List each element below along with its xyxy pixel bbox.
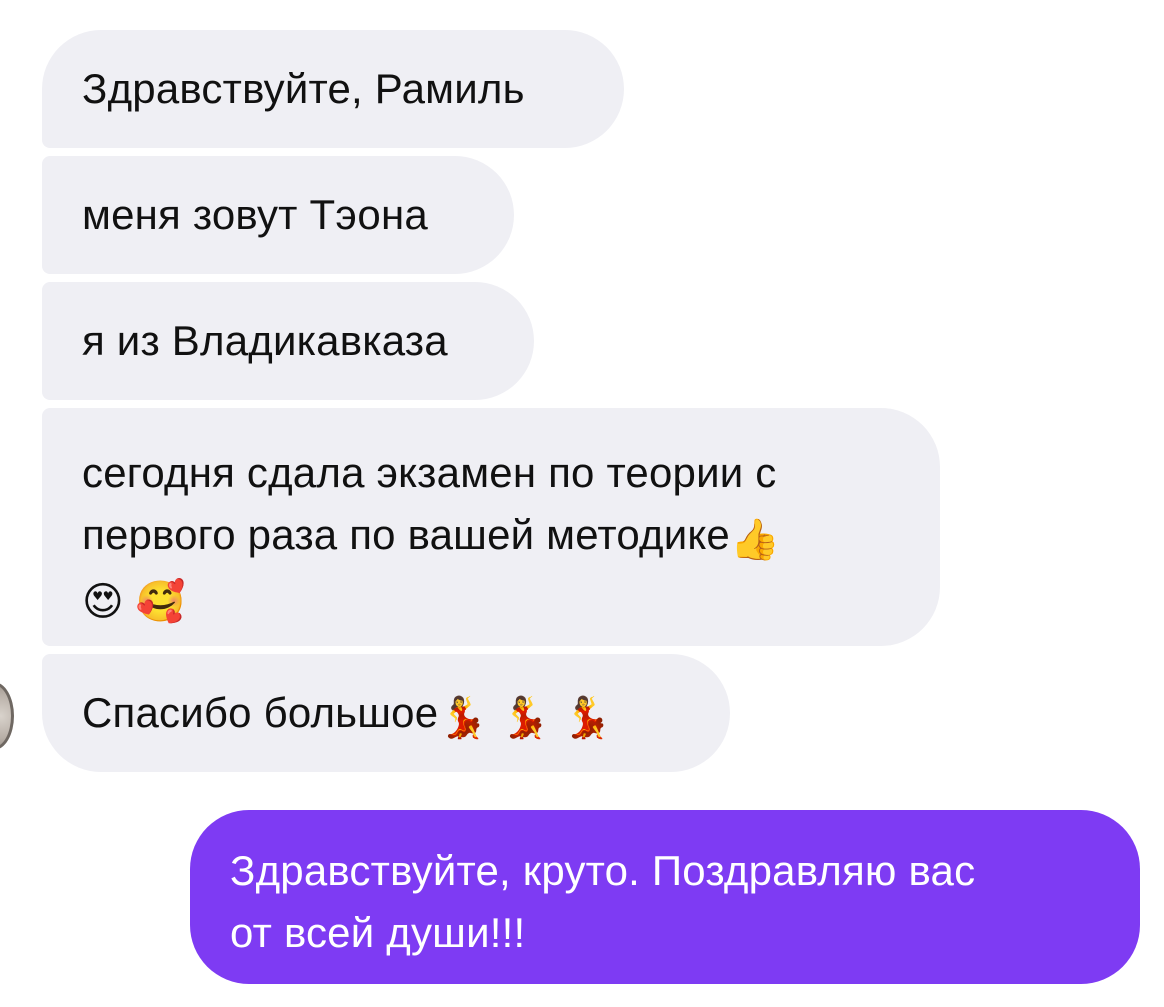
heart-eyes-icon: 😍: [82, 579, 124, 625]
message-text: Здравствуйте, Рамиль: [82, 65, 525, 112]
message-line-3: 😍 🥰: [82, 566, 940, 628]
smiling-face-with-hearts-icon: 🥰: [135, 579, 186, 625]
dancer-icon: 💃: [500, 695, 551, 741]
message-line-1: сегодня сдала экзамен по теории с: [82, 449, 777, 496]
contact-avatar[interactable]: [0, 682, 14, 750]
incoming-message-2[interactable]: меня зовут Тэона: [42, 156, 514, 274]
incoming-message-4[interactable]: сегодня сдала экзамен по теории с первог…: [42, 408, 940, 646]
message-line-2: от всей души!!!: [230, 909, 526, 956]
message-line-1: Здравствуйте, круто. Поздравляю вас: [230, 847, 976, 894]
outgoing-message-1[interactable]: Здравствуйте, круто. Поздравляю вас от в…: [190, 810, 1140, 984]
incoming-message-1[interactable]: Здравствуйте, Рамиль: [42, 30, 624, 148]
message-text: Спасибо большое: [82, 689, 439, 736]
message-text: я из Владикавказа: [82, 317, 448, 364]
incoming-message-5[interactable]: Спасибо большое💃 💃 💃: [42, 654, 730, 772]
thumbs-up-icon: 👍: [729, 517, 780, 563]
message-line-2: первого раза по вашей методике👍: [82, 504, 940, 566]
message-text: первого раза по вашей методике: [82, 511, 730, 558]
dancer-icon: 💃: [562, 695, 613, 741]
message-text: меня зовут Тэона: [82, 191, 428, 238]
dancer-icon: 💃: [438, 695, 489, 741]
incoming-message-3[interactable]: я из Владикавказа: [42, 282, 534, 400]
